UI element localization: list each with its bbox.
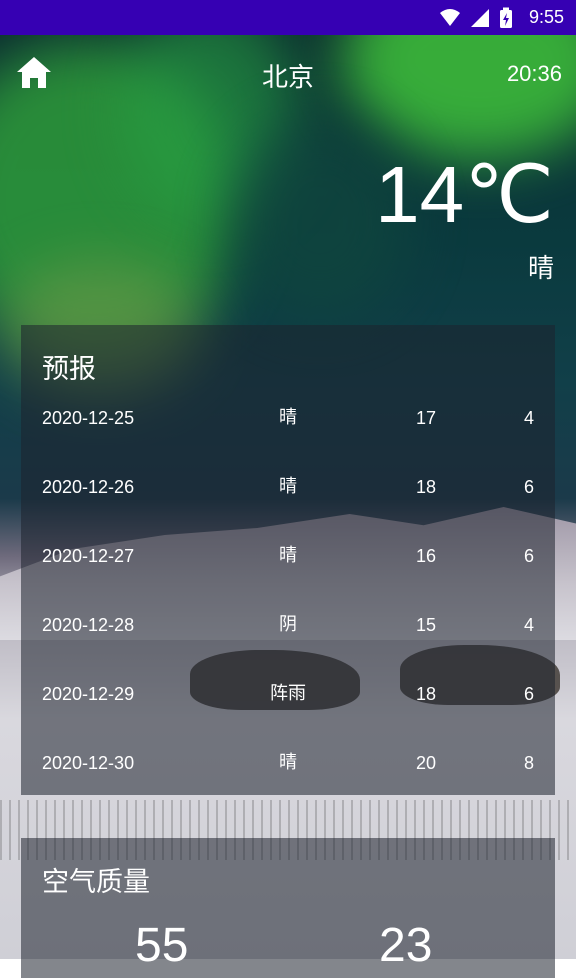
forecast-info: 阵雨 [270, 683, 306, 704]
update-time: 20:36 [506, 61, 562, 86]
forecast-title: 预报 [42, 354, 96, 385]
wifi-icon [439, 7, 461, 29]
app-bar: 北京 20:36 [0, 35, 576, 115]
forecast-info: 晴 [279, 476, 297, 497]
forecast-min: 4 [523, 615, 534, 635]
forecast-info: 晴 [279, 407, 297, 428]
aqi-card: 空气质量 55 23 [21, 838, 555, 978]
forecast-date: 2020-12-30 [42, 753, 135, 773]
forecast-date: 2020-12-25 [42, 408, 135, 428]
pm25-value: 23 [379, 919, 433, 972]
aqi-value: 55 [135, 919, 189, 972]
forecast-date: 2020-12-29 [42, 684, 135, 704]
forecast-row: 2020-12-27 晴 16 6 [21, 536, 555, 576]
aqi-title: 空气质量 [42, 867, 150, 898]
forecast-card: 预报 2020-12-25 晴 17 4 2020-12-26 晴 18 6 2… [21, 325, 555, 795]
forecast-date: 2020-12-28 [42, 615, 135, 635]
forecast-info: 阴 [279, 614, 297, 635]
forecast-date: 2020-12-27 [42, 546, 135, 566]
forecast-row: 2020-12-30 晴 20 8 [21, 743, 555, 783]
forecast-row: 2020-12-26 晴 18 6 [21, 467, 555, 507]
forecast-info: 晴 [279, 545, 297, 566]
forecast-min: 4 [523, 408, 534, 428]
city-title: 北京 [261, 63, 314, 93]
forecast-min: 6 [523, 477, 534, 497]
forecast-max: 18 [415, 684, 437, 704]
forecast-row: 2020-12-28 阴 15 4 [21, 605, 555, 645]
forecast-min: 8 [523, 753, 534, 773]
forecast-min: 6 [523, 546, 534, 566]
forecast-max: 18 [415, 477, 437, 497]
forecast-max: 20 [415, 753, 437, 773]
forecast-row: 2020-12-29 阵雨 18 6 [21, 674, 555, 714]
battery-charging-icon [499, 7, 521, 29]
current-weather-info: 晴 [527, 254, 554, 284]
forecast-info: 晴 [279, 752, 297, 773]
forecast-max: 16 [415, 546, 437, 566]
status-time: 9:55 [528, 7, 564, 27]
forecast-date: 2020-12-26 [42, 477, 135, 497]
current-temperature: 14℃ [375, 150, 554, 239]
forecast-min: 6 [523, 684, 534, 704]
forecast-max: 15 [415, 615, 437, 635]
signal-icon [469, 7, 491, 29]
forecast-row: 2020-12-25 晴 17 4 [21, 398, 555, 438]
forecast-max: 17 [415, 408, 437, 428]
status-bar: 9:55 [0, 0, 576, 35]
